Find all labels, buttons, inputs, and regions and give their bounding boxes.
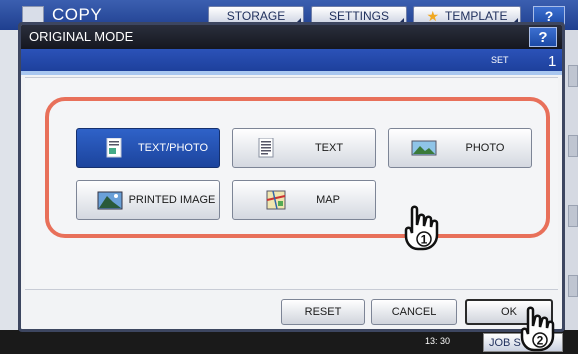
cancel-button[interactable]: CANCEL bbox=[371, 299, 457, 325]
dialog-title: ORIGINAL MODE bbox=[29, 29, 134, 44]
footer-divider bbox=[25, 289, 558, 290]
step-1-pointer-icon: 1 bbox=[400, 205, 440, 251]
mode-label-map: MAP bbox=[316, 194, 340, 206]
mode-button-text-photo[interactable]: TEXT/PHOTO bbox=[76, 128, 220, 168]
background-left-panel bbox=[0, 30, 20, 330]
dialog-help-button[interactable]: ? bbox=[529, 27, 557, 47]
tab-settings-label: SETTINGS bbox=[328, 9, 389, 23]
side-tab[interactable] bbox=[568, 205, 578, 227]
mode-button-text[interactable]: TEXT bbox=[232, 128, 376, 168]
set-bar-highlight bbox=[21, 71, 562, 75]
set-label: SET bbox=[491, 55, 509, 65]
mode-button-printed-image[interactable]: PRINTED IMAGE bbox=[76, 180, 220, 220]
mode-label-text-photo: TEXT/PHOTO bbox=[137, 142, 209, 154]
side-tab[interactable] bbox=[568, 135, 578, 157]
tab-template-label: TEMPLATE bbox=[445, 9, 508, 23]
mode-label-printed-image: PRINTED IMAGE bbox=[128, 194, 216, 206]
side-tab[interactable] bbox=[568, 65, 578, 87]
step-2-number: 2 bbox=[537, 334, 544, 348]
side-tab[interactable] bbox=[568, 275, 578, 297]
set-count: 1 bbox=[548, 53, 557, 70]
reset-button[interactable]: RESET bbox=[281, 299, 365, 325]
set-count-bar: SET 1 bbox=[21, 49, 562, 75]
mode-button-map[interactable]: MAP bbox=[232, 180, 376, 220]
tab-storage-label: STORAGE bbox=[226, 9, 286, 23]
clock-time: 13: 30 bbox=[425, 336, 451, 346]
dialog-title-bar: ORIGINAL MODE ? bbox=[21, 25, 562, 49]
mode-button-photo[interactable]: PHOTO bbox=[388, 128, 532, 168]
mode-label-photo: PHOTO bbox=[465, 142, 505, 154]
step-2-pointer-icon: 2 bbox=[516, 306, 556, 352]
step-1-number: 1 bbox=[421, 233, 428, 247]
mode-label-text: TEXT bbox=[314, 142, 344, 154]
